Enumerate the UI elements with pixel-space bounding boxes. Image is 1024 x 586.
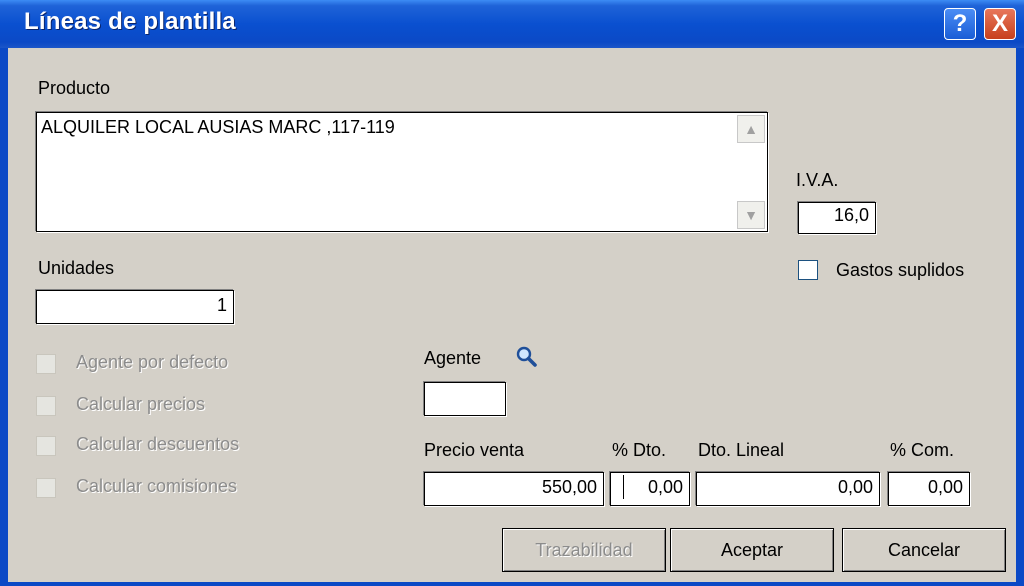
iva-value: 16,0 <box>833 205 869 225</box>
scroll-up-arrow-icon[interactable]: ▲ <box>737 115 765 143</box>
agente-por-defecto-label: Agente por defecto <box>76 352 229 372</box>
trazabilidad-button[interactable]: Trazabilidad <box>502 528 666 572</box>
dto-value: 0,00 <box>647 477 683 497</box>
com-value: 0,00 <box>927 477 963 497</box>
precio-venta-label: Precio venta <box>424 440 525 460</box>
calcular-comisiones-checkbox[interactable] <box>36 478 56 498</box>
close-button[interactable]: X <box>984 8 1016 40</box>
producto-label: Producto <box>38 78 111 98</box>
aceptar-button[interactable]: Aceptar <box>670 528 834 572</box>
help-button[interactable]: ? <box>944 8 976 40</box>
unidades-value: 1 <box>216 295 227 315</box>
text-cursor <box>623 475 624 499</box>
title-bar: Líneas de plantilla ? X <box>0 0 1024 48</box>
dto-field[interactable]: 0,00 <box>610 472 690 506</box>
calcular-descuentos-label: Calcular descuentos <box>76 434 240 454</box>
dto-label: % Dto. <box>612 440 667 460</box>
scroll-down-arrow-icon[interactable]: ▼ <box>737 201 765 229</box>
dto-lineal-label: Dto. Lineal <box>698 440 785 460</box>
iva-label: I.V.A. <box>796 170 839 190</box>
search-icon[interactable] <box>516 346 538 368</box>
unidades-field[interactable]: 1 <box>36 290 234 324</box>
com-field[interactable]: 0,00 <box>888 472 970 506</box>
calcular-descuentos-checkbox[interactable] <box>36 436 56 456</box>
agente-field[interactable] <box>424 382 506 416</box>
dto-lineal-value: 0,00 <box>837 477 873 497</box>
unidades-label: Unidades <box>38 258 115 278</box>
producto-text: ALQUILER LOCAL AUSIAS MARC ,117-119 <box>41 117 395 137</box>
window-title: Líneas de plantilla <box>24 8 236 35</box>
calcular-precios-label: Calcular precios <box>76 394 206 414</box>
agente-por-defecto-checkbox[interactable] <box>36 354 56 374</box>
producto-textarea[interactable]: ALQUILER LOCAL AUSIAS MARC ,117-119 ▲ ▼ <box>36 112 768 232</box>
iva-field[interactable]: 16,0 <box>798 202 876 234</box>
gastos-suplidos-label: Gastos suplidos <box>836 260 965 280</box>
precio-venta-value: 550,00 <box>541 477 597 497</box>
com-label: % Com. <box>890 440 955 460</box>
agente-label: Agente <box>424 348 482 368</box>
dto-lineal-field[interactable]: 0,00 <box>696 472 880 506</box>
gastos-suplidos-checkbox[interactable] <box>798 260 818 280</box>
calcular-comisiones-label: Calcular comisiones <box>76 476 238 496</box>
cancelar-button[interactable]: Cancelar <box>842 528 1006 572</box>
precio-venta-field[interactable]: 550,00 <box>424 472 604 506</box>
calcular-precios-checkbox[interactable] <box>36 396 56 416</box>
